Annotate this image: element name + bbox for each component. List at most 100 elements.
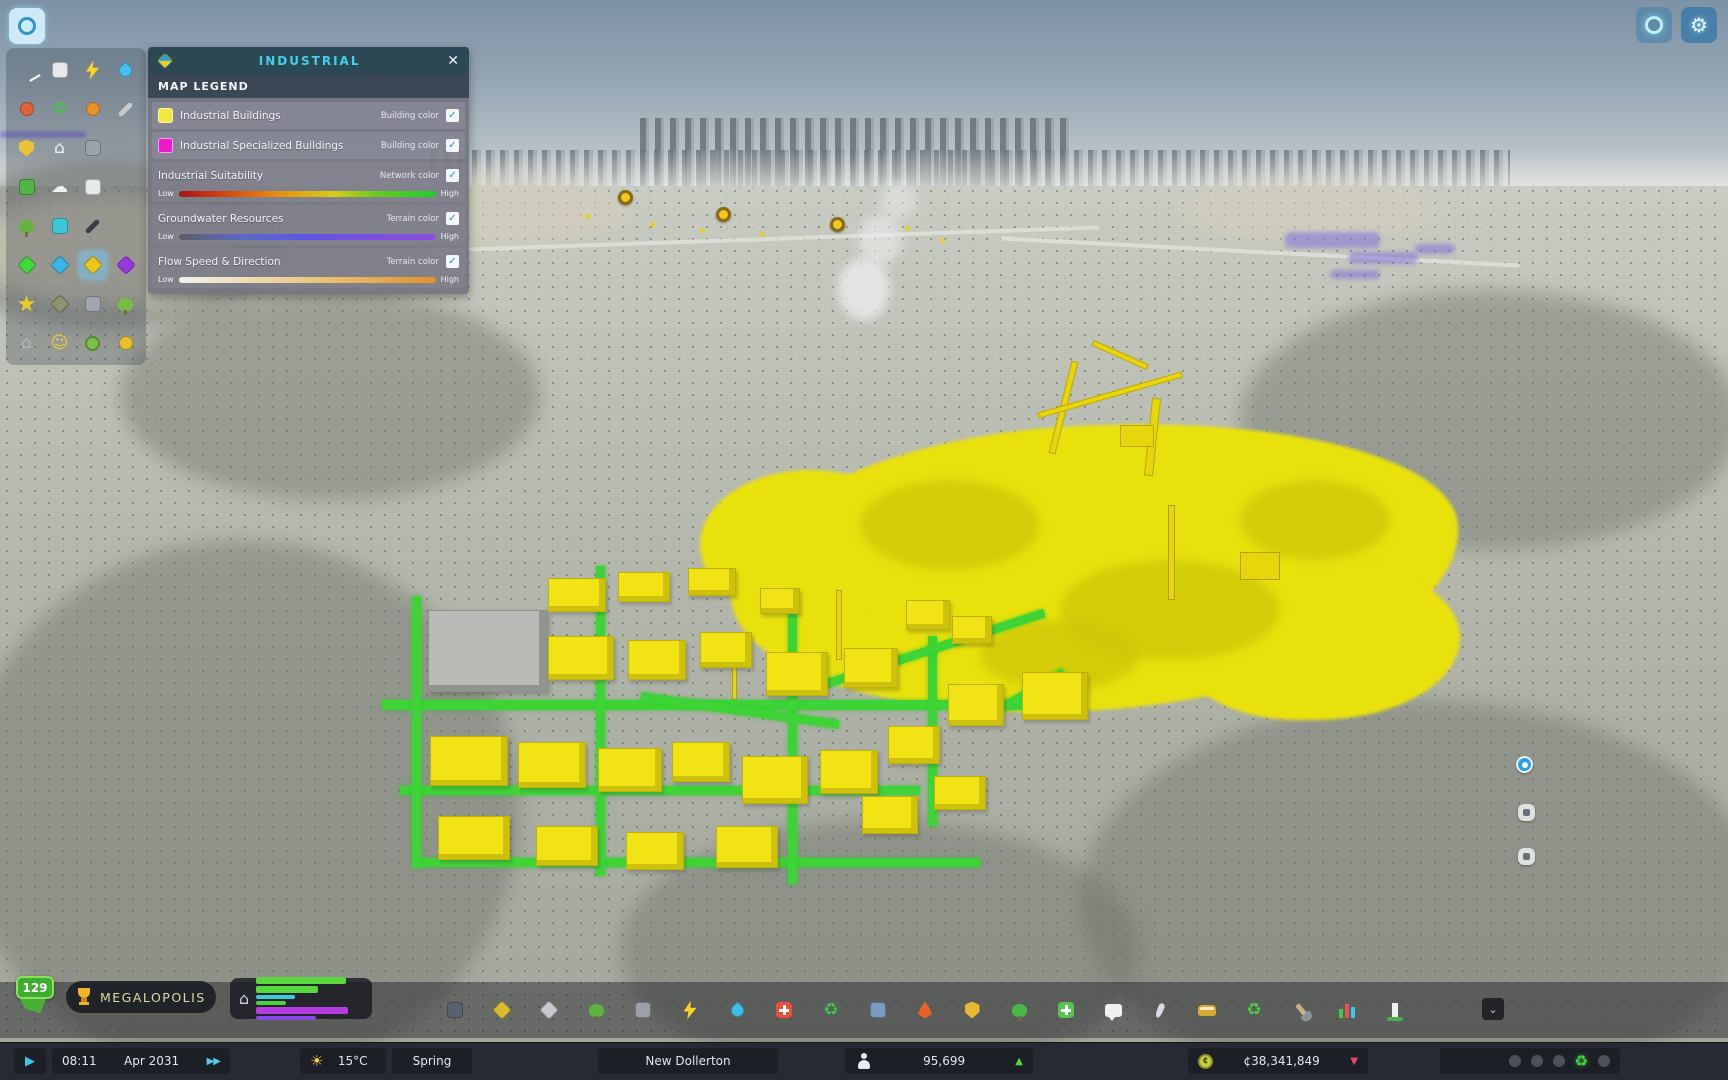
buildings-icon: ⌂ [239, 989, 249, 1008]
infoview-item-maintenance[interactable] [112, 95, 140, 123]
demolish-icon [442, 997, 468, 1023]
infoview-item-traffic[interactable] [46, 56, 74, 84]
legend-visibility-checkbox[interactable]: ✓ [446, 212, 459, 225]
landmarks-button[interactable] [1382, 997, 1408, 1023]
map-legend-panel: INDUSTRIAL ✕ MAP LEGEND Industrial Build… [148, 47, 469, 294]
industrial-building [438, 816, 510, 860]
resources-icon [47, 291, 73, 317]
infoviews-toggle-button[interactable] [9, 8, 45, 44]
legend-visibility-checkbox[interactable]: ✓ [446, 169, 459, 182]
infoview-item-tourism[interactable] [46, 212, 74, 240]
status-dot-icon[interactable] [1509, 1055, 1521, 1067]
infoview-item-fire-hazard[interactable] [79, 95, 107, 123]
signature-buildings-button[interactable] [1147, 997, 1173, 1023]
infoview-item-industrial-zones[interactable] [79, 251, 107, 279]
roads-button[interactable] [536, 997, 562, 1023]
city-level-badge[interactable]: 129 [16, 976, 54, 999]
vegetation-button[interactable] [583, 997, 609, 1023]
infoview-item-forestry[interactable] [112, 290, 140, 318]
city-name-button[interactable]: New Dollerton [598, 1048, 778, 1074]
electricity-button[interactable] [677, 997, 703, 1023]
map-notification-icon[interactable] [1516, 756, 1533, 773]
fire-rescue-icon [912, 997, 938, 1023]
zones-icon [489, 997, 515, 1023]
infoview-item-happiness[interactable]: ☺ [46, 329, 74, 357]
buildings-button[interactable] [630, 997, 656, 1023]
status-dot-icon[interactable] [1598, 1055, 1610, 1067]
money-panel[interactable]: ¢ ¢38,341,849 ▼ [1188, 1048, 1368, 1074]
infoview-item-pipes[interactable] [79, 212, 107, 240]
infoview-item-landmarks[interactable] [13, 290, 41, 318]
statistics-button[interactable] [1335, 997, 1361, 1023]
demand-bar [256, 1016, 316, 1020]
map-notification-icon[interactable] [1518, 804, 1535, 821]
garbage-icon: ♻ [818, 997, 844, 1023]
garbage-button[interactable]: ♻ [818, 997, 844, 1023]
fire-rescue-button[interactable] [912, 997, 938, 1023]
legend-visibility-checkbox[interactable]: ✓ [446, 109, 459, 122]
infoview-item-pollution[interactable] [13, 95, 41, 123]
population-panel[interactable]: 95,699 ▲ [845, 1048, 1033, 1074]
infoview-item-public-transport[interactable] [79, 173, 107, 201]
help-button[interactable] [1636, 7, 1672, 43]
demolish-button[interactable] [442, 997, 468, 1023]
suitability-road [788, 596, 797, 884]
water-sewage-button[interactable] [724, 997, 750, 1023]
parks-recreation-button[interactable] [1006, 997, 1032, 1023]
infoview-item-resources[interactable] [46, 290, 74, 318]
play-pause-button[interactable]: ▶ [14, 1048, 46, 1074]
infoview-item-roads[interactable] [13, 56, 41, 84]
weather-panel[interactable]: ☀ 15°C [300, 1048, 386, 1074]
healthcare-button[interactable] [771, 997, 797, 1023]
infoview-item-terrain[interactable] [13, 212, 41, 240]
infoview-item-residential-zones[interactable] [13, 251, 41, 279]
zones-button[interactable] [489, 997, 515, 1023]
infoview-item-buildings[interactable]: ⌂ [13, 329, 41, 357]
infoview-item-office-zones[interactable] [112, 251, 140, 279]
economy-button[interactable]: ♻ [1241, 997, 1267, 1023]
infoview-item-parks[interactable] [13, 173, 41, 201]
infoview-item-garbage[interactable]: ♻ [46, 95, 74, 123]
industrial-building [688, 568, 736, 596]
infoview-item-economy[interactable] [79, 329, 107, 357]
recycle-status-icon[interactable]: ♻ [1575, 1052, 1588, 1070]
parks-recreation-icon [1006, 997, 1032, 1023]
industrial-building [626, 832, 684, 870]
landscaping-button[interactable] [1288, 997, 1314, 1023]
infoview-item-commercial-zones[interactable] [46, 251, 74, 279]
infoview-item-water[interactable] [112, 56, 140, 84]
status-dot-icon[interactable] [1553, 1055, 1565, 1067]
legend-visibility-checkbox[interactable]: ✓ [446, 139, 459, 152]
police-button[interactable] [959, 997, 985, 1023]
communications-button[interactable] [1100, 997, 1126, 1023]
fast-forward-button[interactable]: ▶▶ [207, 1056, 220, 1067]
industrial-building [598, 748, 662, 792]
toolbar-collapse-toggle[interactable]: ⌄ [1482, 998, 1504, 1020]
close-icon[interactable]: ✕ [445, 53, 461, 69]
legend-color-swatch [158, 138, 173, 153]
legend-gradient-row: LowHigh [158, 232, 459, 241]
mine-structure [836, 590, 842, 660]
map-notification-icon[interactable] [1518, 848, 1535, 865]
legend-visibility-checkbox[interactable]: ✓ [446, 255, 459, 268]
infoview-item-transport[interactable] [79, 134, 107, 162]
commercial-zones-icon [47, 252, 73, 278]
settings-button[interactable]: ⚙ [1681, 7, 1717, 43]
vegetation-icon [583, 997, 609, 1023]
gradient-low-label: Low [158, 275, 174, 284]
milestone-button[interactable]: MEGALOPOLIS [66, 981, 216, 1013]
infoview-item-notifications[interactable] [112, 329, 140, 357]
infoview-item-weather[interactable]: ☁ [46, 173, 74, 201]
infoview-item-administration[interactable]: ⌂ [46, 134, 74, 162]
transportation-button[interactable] [1194, 997, 1220, 1023]
legend-gradient-row: LowHigh [158, 275, 459, 284]
industry-map-marker [716, 207, 731, 222]
infoview-item-routes[interactable] [79, 290, 107, 318]
industrial-diamond-icon [156, 52, 174, 70]
status-dot-icon[interactable] [1531, 1055, 1543, 1067]
infoview-item-police[interactable] [13, 134, 41, 162]
education-button[interactable] [865, 997, 891, 1023]
infoview-item-electricity[interactable] [79, 56, 107, 84]
demand-panel[interactable]: ⌂ [230, 978, 372, 1019]
welfare-button[interactable] [1053, 997, 1079, 1023]
